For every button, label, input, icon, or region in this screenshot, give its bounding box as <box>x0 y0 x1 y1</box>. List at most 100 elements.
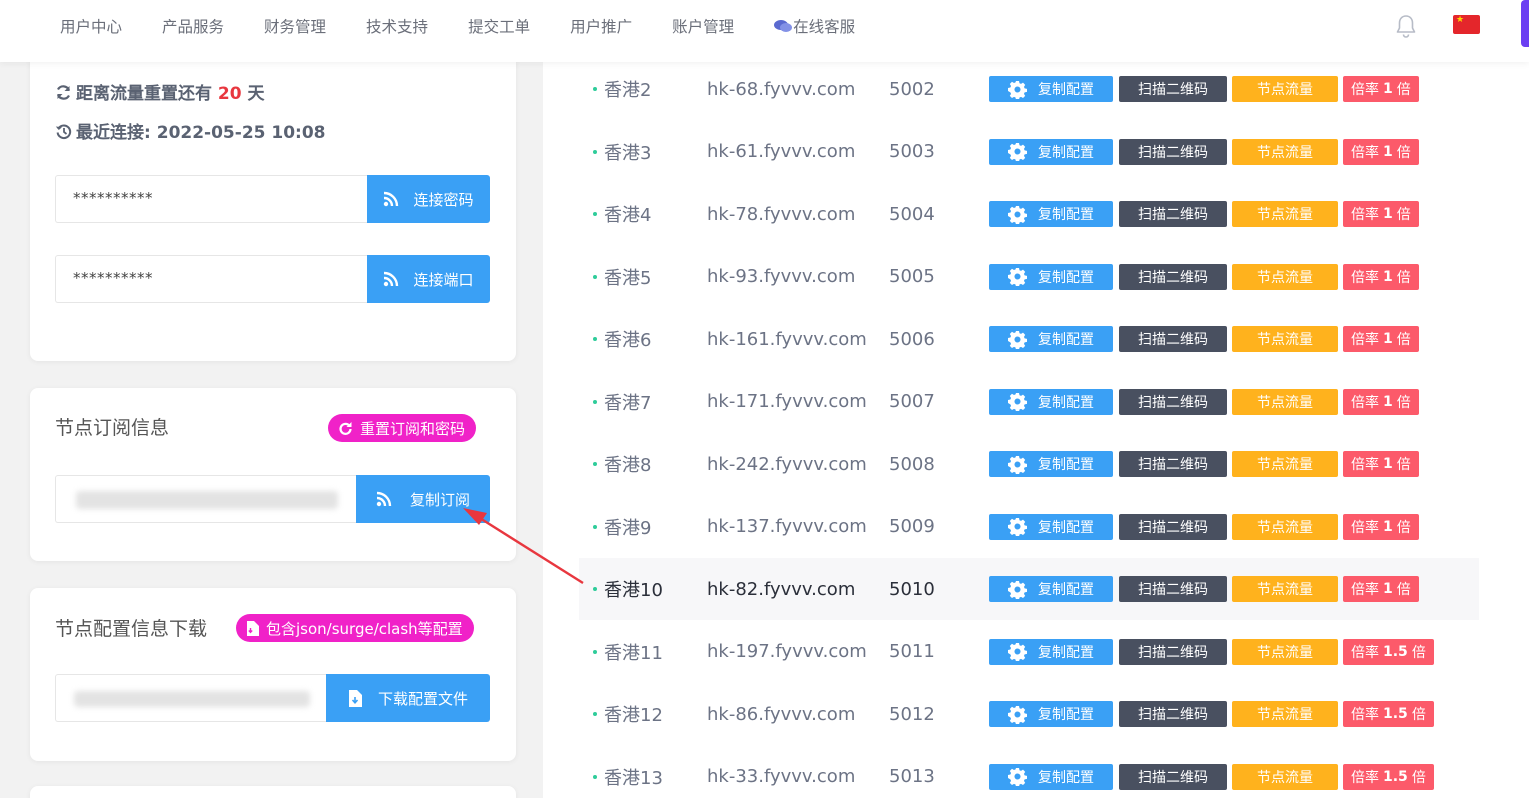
nav-products[interactable]: 产品服务 <box>162 15 224 37</box>
nav-user-center[interactable]: 用户中心 <box>60 15 122 37</box>
gear-icon <box>1008 767 1027 786</box>
scan-qr-button[interactable]: 扫描二维码 <box>1119 576 1227 602</box>
nav-account[interactable]: 账户管理 <box>672 15 734 37</box>
config-url-field[interactable] <box>55 674 326 722</box>
config-download-card: 节点配置信息下载 包含json/surge/clash等配置 下载配置文件 <box>30 588 516 761</box>
history-icon <box>55 124 72 140</box>
rate-badge: 倍率 1 倍 <box>1343 76 1419 102</box>
gear-icon <box>1008 517 1027 536</box>
rate-unit: 倍 <box>1411 769 1426 786</box>
nav-submit-ticket[interactable]: 提交工单 <box>468 15 530 37</box>
connect-password-button[interactable]: 连接密码 <box>367 175 490 223</box>
nav-online-support[interactable]: 在线客服 <box>774 15 855 37</box>
nav-promotion[interactable]: 用户推广 <box>570 15 632 37</box>
password-field[interactable]: ********** <box>55 175 367 223</box>
reset-subscription-button[interactable]: 重置订阅和密码 <box>328 414 477 442</box>
node-traffic-button[interactable]: 节点流量 <box>1232 76 1338 102</box>
node-name: 香港8 <box>604 455 652 476</box>
node-port: 5004 <box>889 203 935 225</box>
copy-config-button[interactable]: 复制配置 <box>989 701 1113 727</box>
connect-port-button[interactable]: 连接端口 <box>367 255 490 303</box>
node-traffic-button[interactable]: 节点流量 <box>1232 263 1338 290</box>
rate-value: 1 <box>1383 456 1393 472</box>
subscription-title: 节点订阅信息 <box>55 417 170 439</box>
node-port: 5003 <box>889 141 935 162</box>
scan-qr-button[interactable]: 扫描二维码 <box>1119 201 1227 227</box>
rate-label: 倍率 <box>1351 644 1379 661</box>
node-traffic-label: 节点流量 <box>1257 144 1313 161</box>
top-navbar: 用户中心 产品服务 财务管理 技术支持 提交工单 用户推广 账户管理 在线客服 … <box>0 0 1529 62</box>
copy-config-button[interactable]: 复制配置 <box>989 576 1113 602</box>
bell-icon[interactable] <box>1395 14 1417 38</box>
node-name-cell: 香港8 <box>593 433 651 495</box>
connect-port-label: 连接端口 <box>413 270 474 289</box>
config-formats-button[interactable]: 包含json/surge/clash等配置 <box>236 614 474 642</box>
status-dot <box>593 274 597 279</box>
last-connection-line: 最近连接: 2022-05-25 10:08 <box>55 118 326 143</box>
scan-qr-button[interactable]: 扫描二维码 <box>1119 138 1227 165</box>
copy-config-button[interactable]: 复制配置 <box>989 263 1113 290</box>
scan-qr-button[interactable]: 扫描二维码 <box>1119 451 1227 477</box>
scan-qr-button[interactable]: 扫描二维码 <box>1119 388 1227 415</box>
scan-qr-button[interactable]: 扫描二维码 <box>1119 513 1227 540</box>
copy-config-button[interactable]: 复制配置 <box>989 76 1113 102</box>
copy-config-label: 复制配置 <box>1038 82 1094 98</box>
scan-qr-button[interactable]: 扫描二维码 <box>1119 638 1227 665</box>
node-traffic-button[interactable]: 节点流量 <box>1232 513 1338 540</box>
copy-config-label: 复制配置 <box>1038 144 1094 161</box>
node-host: hk-242.fyvvv.com <box>707 453 867 475</box>
copy-config-label: 复制配置 <box>1038 394 1094 411</box>
main-nav: 用户中心 产品服务 财务管理 技术支持 提交工单 用户推广 账户管理 在线客服 <box>40 0 875 52</box>
copy-config-button[interactable]: 复制配置 <box>989 138 1113 165</box>
copy-config-button[interactable]: 复制配置 <box>989 388 1113 415</box>
scan-qr-button[interactable]: 扫描二维码 <box>1119 763 1227 790</box>
download-config-label: 下载配置文件 <box>377 689 468 708</box>
user-menu-edge[interactable] <box>1521 0 1529 47</box>
rate-unit: 倍 <box>1396 519 1411 536</box>
copy-config-button[interactable]: 复制配置 <box>989 451 1113 477</box>
scan-qr-button[interactable]: 扫描二维码 <box>1119 326 1227 352</box>
copy-config-button[interactable]: 复制配置 <box>989 201 1113 227</box>
node-traffic-button[interactable]: 节点流量 <box>1232 701 1338 727</box>
node-host: hk-82.fyvvv.com <box>707 578 856 600</box>
node-traffic-button[interactable]: 节点流量 <box>1232 201 1338 227</box>
copy-config-button[interactable]: 复制配置 <box>989 513 1113 540</box>
config-download-title: 节点配置信息下载 <box>55 618 208 640</box>
node-row: 香港2 hk-68.fyvvv.com 5002 复制配置 扫描二维码 节点流量… <box>579 58 1479 120</box>
node-traffic-label: 节点流量 <box>1257 82 1313 98</box>
scan-qr-button[interactable]: 扫描二维码 <box>1119 701 1227 727</box>
status-dot <box>593 649 597 654</box>
rate-value: 1.5 <box>1383 706 1408 722</box>
node-traffic-button[interactable]: 节点流量 <box>1232 388 1338 415</box>
rate-value: 1 <box>1383 268 1393 285</box>
rate-label: 倍率 <box>1351 769 1379 786</box>
reset-days: 20 <box>217 84 242 104</box>
node-row: 香港5 hk-93.fyvvv.com 5005 复制配置 扫描二维码 节点流量… <box>579 246 1479 308</box>
copy-config-button[interactable]: 复制配置 <box>989 763 1113 790</box>
copy-config-button[interactable]: 复制配置 <box>989 638 1113 665</box>
config-formats-label: 包含json/surge/clash等配置 <box>266 619 463 638</box>
scan-qr-button[interactable]: 扫描二维码 <box>1119 263 1227 290</box>
rate-label: 倍率 <box>1351 457 1379 473</box>
account-info-card: 距离流量重置还有 20 天 最近连接: 2022-05-25 10:08 ***… <box>30 52 516 361</box>
node-traffic-button[interactable]: 节点流量 <box>1232 763 1338 790</box>
node-traffic-button[interactable]: 节点流量 <box>1232 451 1338 477</box>
nav-tech-support[interactable]: 技术支持 <box>366 15 428 37</box>
scan-qr-button[interactable]: 扫描二维码 <box>1119 76 1227 102</box>
china-flag-icon[interactable]: ★ <box>1453 15 1480 34</box>
port-field[interactable]: ********** <box>55 255 367 303</box>
download-config-button[interactable]: 下载配置文件 <box>326 674 490 722</box>
copy-config-label: 复制配置 <box>1038 269 1094 286</box>
nav-finance[interactable]: 财务管理 <box>264 15 326 37</box>
node-name: 香港3 <box>604 142 652 164</box>
node-traffic-button[interactable]: 节点流量 <box>1232 138 1338 165</box>
node-row: 香港12 hk-86.fyvvv.com 5012 复制配置 扫描二维码 节点流… <box>579 683 1479 745</box>
node-name-cell: 香港5 <box>593 246 651 308</box>
node-port: 5011 <box>889 641 935 662</box>
subscription-url-field[interactable] <box>55 475 356 523</box>
copy-config-button[interactable]: 复制配置 <box>989 326 1113 352</box>
node-traffic-button[interactable]: 节点流量 <box>1232 638 1338 665</box>
rate-unit: 倍 <box>1396 269 1411 286</box>
node-traffic-button[interactable]: 节点流量 <box>1232 326 1338 352</box>
node-traffic-button[interactable]: 节点流量 <box>1232 576 1338 602</box>
